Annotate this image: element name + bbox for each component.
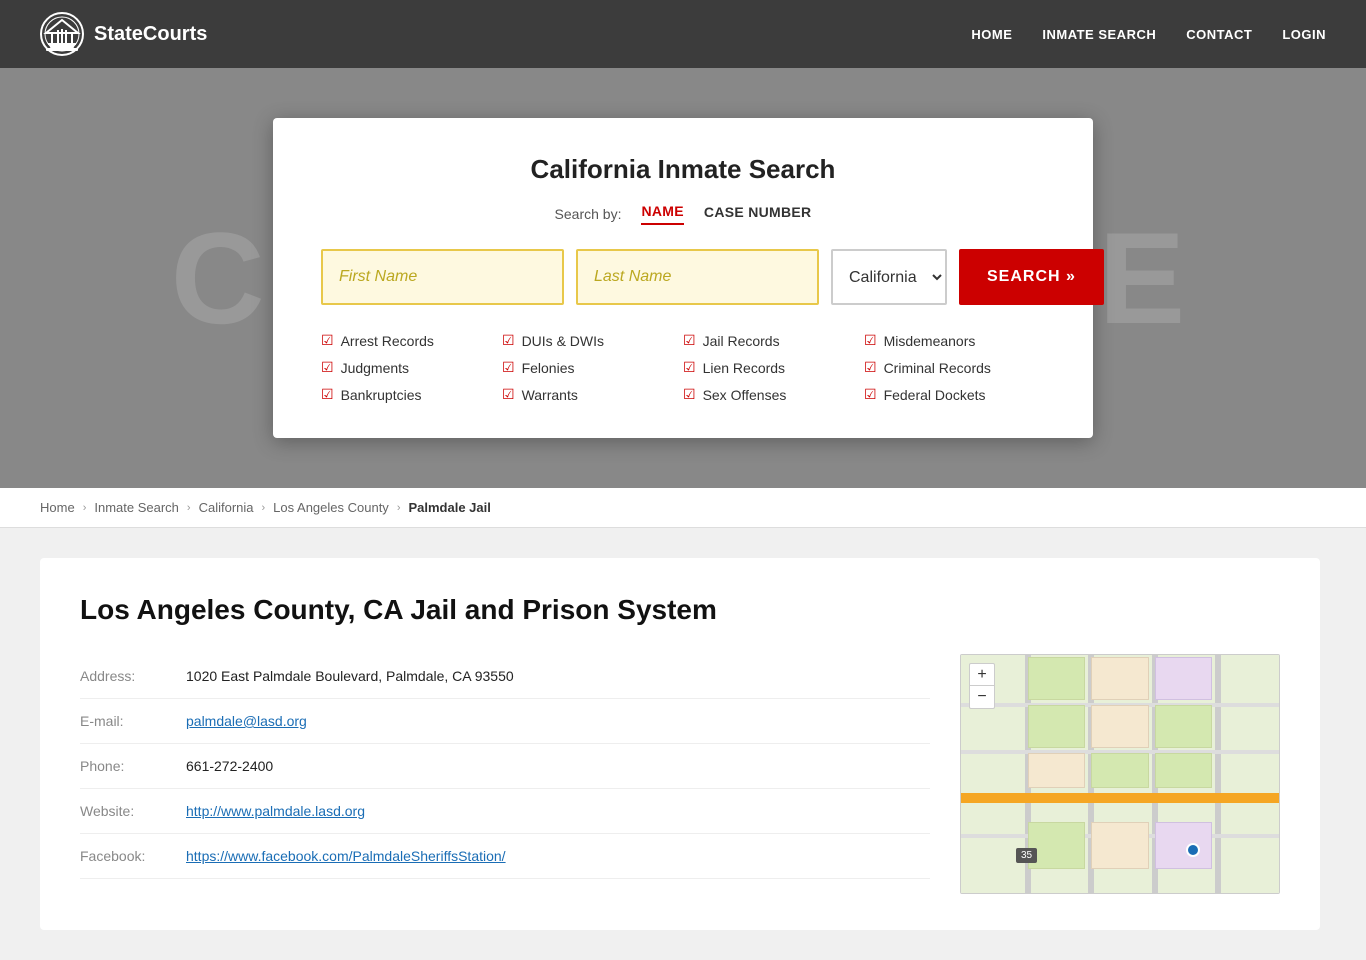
map-zoom-in[interactable]: +: [970, 664, 994, 686]
check-icon: ☑: [502, 386, 515, 403]
map-location-dot: [1186, 843, 1200, 857]
record-criminal-records: ☑ Criminal Records: [864, 356, 1045, 379]
map-badge: 35: [1016, 848, 1037, 863]
check-icon: ☑: [321, 386, 334, 403]
map-background: 35: [961, 655, 1279, 893]
site-header: StateCourts HOME INMATE SEARCH CONTACT L…: [0, 0, 1366, 68]
check-icon: ☑: [864, 332, 877, 349]
breadcrumb-sep-4: ›: [397, 502, 401, 514]
search-form: California Alabama Alaska Arizona Arkans…: [321, 249, 1045, 305]
state-select[interactable]: California Alabama Alaska Arizona Arkans…: [831, 249, 947, 305]
main-nav: HOME INMATE SEARCH CONTACT LOGIN: [971, 27, 1326, 42]
tab-name[interactable]: NAME: [641, 203, 683, 225]
check-icon: ☑: [864, 359, 877, 376]
record-jail-records: ☑ Jail Records: [683, 329, 864, 352]
info-table: Address: 1020 East Palmdale Boulevard, P…: [80, 654, 930, 894]
nav-contact[interactable]: CONTACT: [1186, 27, 1252, 42]
phone-value: 661-272-2400: [186, 758, 273, 774]
search-by-row: Search by: NAME CASE NUMBER: [321, 203, 1045, 225]
email-link[interactable]: palmdale@lasd.org: [186, 713, 307, 729]
breadcrumb-inmate-search[interactable]: Inmate Search: [94, 500, 179, 515]
breadcrumb-sep-3: ›: [262, 502, 266, 514]
address-label: Address:: [80, 668, 170, 684]
record-label: Arrest Records: [341, 333, 434, 349]
nav-login[interactable]: LOGIN: [1282, 27, 1326, 42]
check-icon: ☑: [321, 359, 334, 376]
check-icon: ☑: [683, 386, 696, 403]
record-label: Lien Records: [703, 360, 786, 376]
tab-case-number[interactable]: CASE NUMBER: [704, 204, 812, 224]
record-sex-offenses: ☑ Sex Offenses: [683, 383, 864, 406]
record-bankruptcies: ☑ Bankruptcies: [321, 383, 502, 406]
last-name-input[interactable]: [576, 249, 819, 305]
breadcrumb-home[interactable]: Home: [40, 500, 75, 515]
map-area: 35 + −: [960, 654, 1280, 894]
facebook-label: Facebook:: [80, 848, 170, 864]
website-label: Website:: [80, 803, 170, 819]
logo-area: StateCourts: [40, 12, 207, 56]
info-row-facebook: Facebook: https://www.facebook.com/Palmd…: [80, 834, 930, 879]
email-label: E-mail:: [80, 713, 170, 729]
record-types: ☑ Arrest Records ☑ DUIs & DWIs ☑ Jail Re…: [321, 329, 1045, 406]
record-federal-dockets: ☑ Federal Dockets: [864, 383, 1045, 406]
record-arrest-records: ☑ Arrest Records: [321, 329, 502, 352]
logo-icon: [40, 12, 84, 56]
hero-section: COURTHOUSE California Inmate Search Sear…: [0, 68, 1366, 488]
address-value: 1020 East Palmdale Boulevard, Palmdale, …: [186, 668, 514, 684]
record-warrants: ☑ Warrants: [502, 383, 683, 406]
record-label: Misdemeanors: [884, 333, 976, 349]
info-row-email: E-mail: palmdale@lasd.org: [80, 699, 930, 744]
website-link[interactable]: http://www.palmdale.lasd.org: [186, 803, 365, 819]
breadcrumb-current: Palmdale Jail: [408, 500, 490, 515]
content-title: Los Angeles County, CA Jail and Prison S…: [80, 594, 1280, 626]
map-zoom-out[interactable]: −: [970, 686, 994, 708]
logo-text: StateCourts: [94, 23, 207, 46]
record-label: Criminal Records: [884, 360, 991, 376]
breadcrumb-california[interactable]: California: [199, 500, 254, 515]
record-label: Warrants: [522, 387, 578, 403]
breadcrumb-la-county[interactable]: Los Angeles County: [273, 500, 389, 515]
breadcrumb-sep-1: ›: [83, 502, 87, 514]
breadcrumb-sep-2: ›: [187, 502, 191, 514]
nav-home[interactable]: HOME: [971, 27, 1012, 42]
check-icon: ☑: [864, 386, 877, 403]
record-lien-records: ☑ Lien Records: [683, 356, 864, 379]
check-icon: ☑: [502, 332, 515, 349]
record-judgments: ☑ Judgments: [321, 356, 502, 379]
record-label: Federal Dockets: [884, 387, 986, 403]
record-label: Bankruptcies: [341, 387, 422, 403]
search-button[interactable]: SEARCH »: [959, 249, 1104, 305]
info-row-address: Address: 1020 East Palmdale Boulevard, P…: [80, 654, 930, 699]
modal-title: California Inmate Search: [321, 154, 1045, 185]
info-row-phone: Phone: 661-272-2400: [80, 744, 930, 789]
record-misdemeanors: ☑ Misdemeanors: [864, 329, 1045, 352]
breadcrumb: Home › Inmate Search › California › Los …: [0, 488, 1366, 528]
search-by-label: Search by:: [555, 206, 622, 222]
facebook-link[interactable]: https://www.facebook.com/PalmdaleSheriff…: [186, 848, 506, 864]
phone-label: Phone:: [80, 758, 170, 774]
info-layout: Address: 1020 East Palmdale Boulevard, P…: [80, 654, 1280, 894]
content-card: Los Angeles County, CA Jail and Prison S…: [40, 558, 1320, 930]
record-label: Sex Offenses: [703, 387, 787, 403]
main-content: Los Angeles County, CA Jail and Prison S…: [0, 528, 1366, 960]
map-controls: + −: [969, 663, 995, 709]
nav-inmate-search[interactable]: INMATE SEARCH: [1042, 27, 1156, 42]
record-duis-dwis: ☑ DUIs & DWIs: [502, 329, 683, 352]
search-modal: California Inmate Search Search by: NAME…: [273, 118, 1093, 438]
check-icon: ☑: [502, 359, 515, 376]
check-icon: ☑: [683, 359, 696, 376]
check-icon: ☑: [321, 332, 334, 349]
check-icon: ☑: [683, 332, 696, 349]
record-label: Jail Records: [703, 333, 780, 349]
record-label: Judgments: [341, 360, 409, 376]
first-name-input[interactable]: [321, 249, 564, 305]
info-row-website: Website: http://www.palmdale.lasd.org: [80, 789, 930, 834]
record-label: DUIs & DWIs: [522, 333, 604, 349]
record-felonies: ☑ Felonies: [502, 356, 683, 379]
record-label: Felonies: [522, 360, 575, 376]
